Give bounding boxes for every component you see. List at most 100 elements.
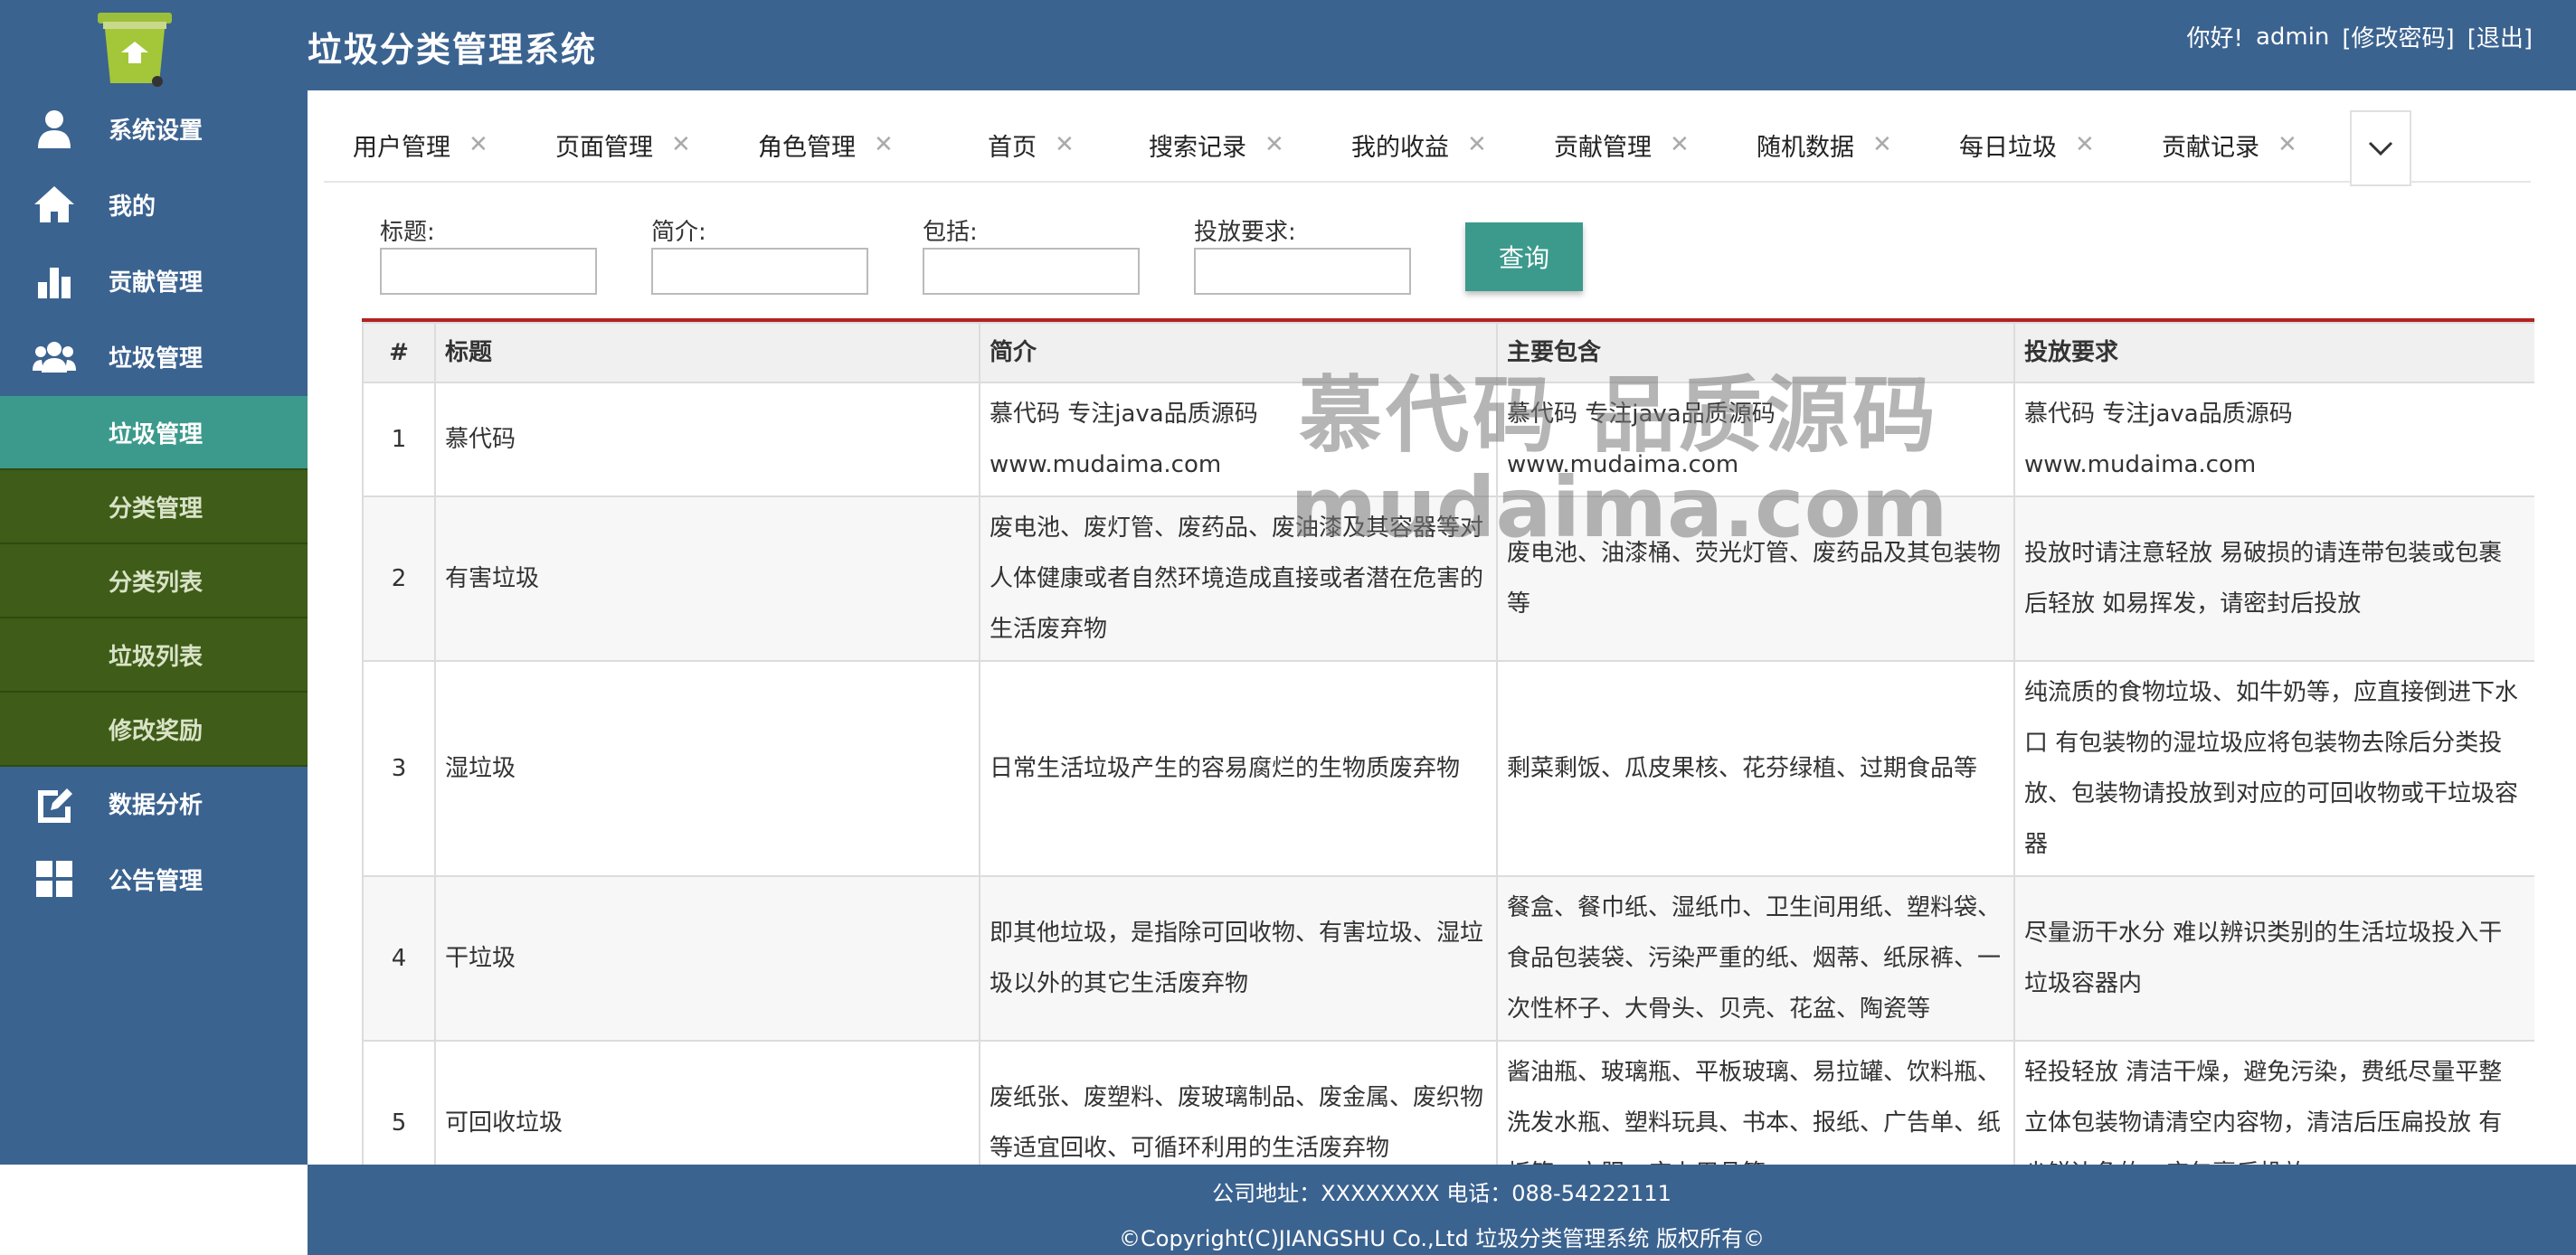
table-row[interactable]: 4 干垃圾 即其他垃圾，是指除可回收物、有害垃圾、湿垃圾以外的其它生活废弃物 餐… <box>362 875 2534 1042</box>
table-row[interactable]: 5 可回收垃圾 废纸张、废塑料、废玻璃制品、废金属、废织物等适宜回收、可循环利用… <box>362 1040 2534 1168</box>
tab-label: 首页 <box>988 133 1037 162</box>
submenu-label: 垃圾列表 <box>109 643 204 671</box>
username: admin <box>2255 23 2330 51</box>
close-icon[interactable]: ✕ <box>1055 131 1075 158</box>
grid-icon <box>33 857 76 901</box>
tab-label: 页面管理 <box>555 133 653 162</box>
edit-chart-icon <box>33 781 76 825</box>
intro-filter-input[interactable] <box>651 248 868 295</box>
footer-copyright: ©Copyright(C)JIANGSHU Co.,Ltd 垃圾分类管理系统 版… <box>1119 1226 1765 1251</box>
sidebar-item-label: 系统设置 <box>109 117 204 145</box>
submenu-garbage-list[interactable]: 垃圾列表 <box>0 618 308 693</box>
column-header: 标题 <box>434 322 980 383</box>
close-icon[interactable]: ✕ <box>874 131 894 158</box>
change-password-link[interactable]: [修改密码] <box>2342 20 2454 53</box>
tab-random-data[interactable]: 随机数据 ✕ <box>1757 109 1892 181</box>
greeting-text: 你好! <box>2186 25 2243 52</box>
tab-home[interactable]: 首页 ✕ <box>988 109 1075 181</box>
row-intro: 废电池、废灯管、废药品、废油漆及其容器等对人体健康或者自然环境造成直接或者潜在危… <box>979 495 1498 662</box>
tab-label: 搜索记录 <box>1149 133 1246 162</box>
submenu-garbage-manage[interactable]: 垃圾管理 <box>0 396 308 470</box>
table-header-row: # 标题 简介 主要包含 投放要求 <box>362 322 2534 383</box>
table-row[interactable]: 1 慕代码 慕代码 专注java品质源码 www.mudaima.com 慕代码… <box>362 382 2534 497</box>
garbage-table: # 标题 简介 主要包含 投放要求 1 慕代码 慕代码 专注java品质源码 w… <box>362 318 2534 1168</box>
row-requirement: 轻投轻放 清洁干燥，避免污染，费纸尽量平整 立体包装物请清空内容物，清洁后压扁投… <box>2013 1040 2534 1168</box>
close-icon[interactable]: ✕ <box>1467 131 1487 158</box>
column-header: 简介 <box>979 322 1498 383</box>
intro-filter-label: 简介: <box>651 219 706 246</box>
sidebar-item-garbage[interactable]: 垃圾管理 <box>0 318 308 394</box>
row-intro: 慕代码 专注java品质源码 www.mudaima.com <box>979 382 1498 497</box>
row-title: 慕代码 <box>434 382 980 497</box>
sidebar-item-mine[interactable]: 我的 <box>0 166 308 242</box>
submenu-edit-reward[interactable]: 修改奖励 <box>0 693 308 767</box>
tab-my-earnings[interactable]: 我的收益 ✕ <box>1351 109 1487 181</box>
tab-label: 用户管理 <box>353 133 450 162</box>
tab-contribution-records[interactable]: 贡献记录 ✕ <box>2162 109 2297 181</box>
tab-role-manage[interactable]: 角色管理 ✕ <box>758 109 894 181</box>
close-icon[interactable]: ✕ <box>1264 131 1284 158</box>
trash-can-logo-icon <box>94 7 175 89</box>
close-icon[interactable]: ✕ <box>1872 131 1892 158</box>
tab-label: 随机数据 <box>1757 133 1854 162</box>
tab-label: 贡献记录 <box>2162 133 2259 162</box>
requirement-filter-input[interactable] <box>1194 248 1411 295</box>
close-icon[interactable]: ✕ <box>1670 131 1690 158</box>
table-row[interactable]: 2 有害垃圾 废电池、废灯管、废药品、废油漆及其容器等对人体健康或者自然环境造成… <box>362 495 2534 662</box>
row-intro: 废纸张、废塑料、废玻璃制品、废金属、废织物等适宜回收、可循环利用的生活废弃物 <box>979 1040 1498 1168</box>
row-intro: 即其他垃圾，是指除可回收物、有害垃圾、湿垃圾以外的其它生活废弃物 <box>979 875 1498 1042</box>
include-filter-input[interactable] <box>923 248 1140 295</box>
tab-page-manage[interactable]: 页面管理 ✕ <box>555 109 691 181</box>
row-number: 4 <box>362 875 436 1042</box>
sidebar-item-contribution[interactable]: 贡献管理 <box>0 242 308 318</box>
submenu-label: 分类列表 <box>109 569 204 597</box>
column-header: 主要包含 <box>1496 322 2015 383</box>
include-filter-label: 包括: <box>923 219 978 246</box>
close-icon[interactable]: ✕ <box>2075 131 2095 158</box>
sidebar-item-label: 垃圾管理 <box>109 344 204 373</box>
row-requirement: 尽量沥干水分 难以辨识类别的生活垃圾投入干垃圾容器内 <box>2013 875 2534 1042</box>
close-icon[interactable]: ✕ <box>2278 131 2297 158</box>
submenu-category-manage[interactable]: 分类管理 <box>0 470 308 544</box>
tab-label: 角色管理 <box>758 133 856 162</box>
row-title: 有害垃圾 <box>434 495 980 662</box>
row-contains: 慕代码 专注java品质源码 www.mudaima.com <box>1496 382 2015 497</box>
close-icon[interactable]: ✕ <box>469 131 488 158</box>
row-title: 湿垃圾 <box>434 660 980 877</box>
tab-bar: 用户管理 ✕ 页面管理 ✕ 角色管理 ✕ 首页 ✕ 搜索记录 ✕ 我的收益 ✕ 贡献管理 ✕ … <box>324 109 2531 183</box>
footer: 公司地址：XXXXXXXX 电话：088-54222111 ©Copyright… <box>308 1165 2576 1255</box>
close-icon[interactable]: ✕ <box>671 131 691 158</box>
table-row[interactable]: 3 湿垃圾 日常生活垃圾产生的容易腐烂的生物质废弃物 剩菜剩饭、瓜皮果核、花芬绿… <box>362 660 2534 877</box>
column-header: # <box>362 322 436 383</box>
tab-contribution-manage[interactable]: 贡献管理 ✕ <box>1554 109 1690 181</box>
chevron-down-icon <box>2368 141 2393 156</box>
row-requirement: 投放时请注意轻放 易破损的请连带包装或包裹后轻放 如易挥发，请密封后投放 <box>2013 495 2534 662</box>
user-settings-icon <box>33 107 76 150</box>
row-contains: 废电池、油漆桶、荧光灯管、废药品及其包装物等 <box>1496 495 2015 662</box>
footer-address: 公司地址：XXXXXXXX 电话：088-54222111 <box>1212 1181 1672 1206</box>
row-title: 可回收垃圾 <box>434 1040 980 1168</box>
sidebar: 系统设置 我的 贡献管理 垃圾管理 垃圾管理 分类管理 分类列表 垃圾列表 修改… <box>0 90 308 1165</box>
sidebar-item-data-analysis[interactable]: 数据分析 <box>0 765 308 841</box>
tab-label: 我的收益 <box>1351 133 1449 162</box>
row-intro: 日常生活垃圾产生的容易腐烂的生物质废弃物 <box>979 660 1498 877</box>
tab-more-button[interactable] <box>2350 110 2411 186</box>
title-filter-input[interactable] <box>380 248 597 295</box>
column-header: 投放要求 <box>2013 322 2534 383</box>
submenu-category-list[interactable]: 分类列表 <box>0 544 308 618</box>
row-contains: 餐盒、餐巾纸、湿纸巾、卫生间用纸、塑料袋、食品包装袋、污染严重的纸、烟蒂、纸尿裤… <box>1496 875 2015 1042</box>
tab-search-records[interactable]: 搜索记录 ✕ <box>1149 109 1284 181</box>
row-requirement: 纯流质的食物垃圾、如牛奶等，应直接倒进下水口 有包装物的湿垃圾应将包装物去除后分… <box>2013 660 2534 877</box>
logout-link[interactable]: [退出] <box>2467 20 2533 53</box>
sidebar-item-system-settings[interactable]: 系统设置 <box>0 90 308 166</box>
tab-daily-garbage[interactable]: 每日垃圾 ✕ <box>1959 109 2095 181</box>
requirement-filter-label: 投放要求: <box>1194 219 1296 246</box>
user-area: 你好! admin [修改密码] [退出] <box>2187 20 2533 53</box>
sidebar-item-announcements[interactable]: 公告管理 <box>0 841 308 917</box>
app-title: 垃圾分类管理系统 <box>308 30 598 70</box>
row-number: 1 <box>362 382 436 497</box>
top-header: 垃圾分类管理系统 你好! admin [修改密码] [退出] <box>0 0 2576 90</box>
query-button[interactable]: 查询 <box>1465 222 1583 291</box>
main-content: 用户管理 ✕ 页面管理 ✕ 角色管理 ✕ 首页 ✕ 搜索记录 ✕ 我的收益 ✕ 贡献管理 ✕ … <box>308 90 2576 1168</box>
tab-user-manage[interactable]: 用户管理 ✕ <box>353 109 488 181</box>
